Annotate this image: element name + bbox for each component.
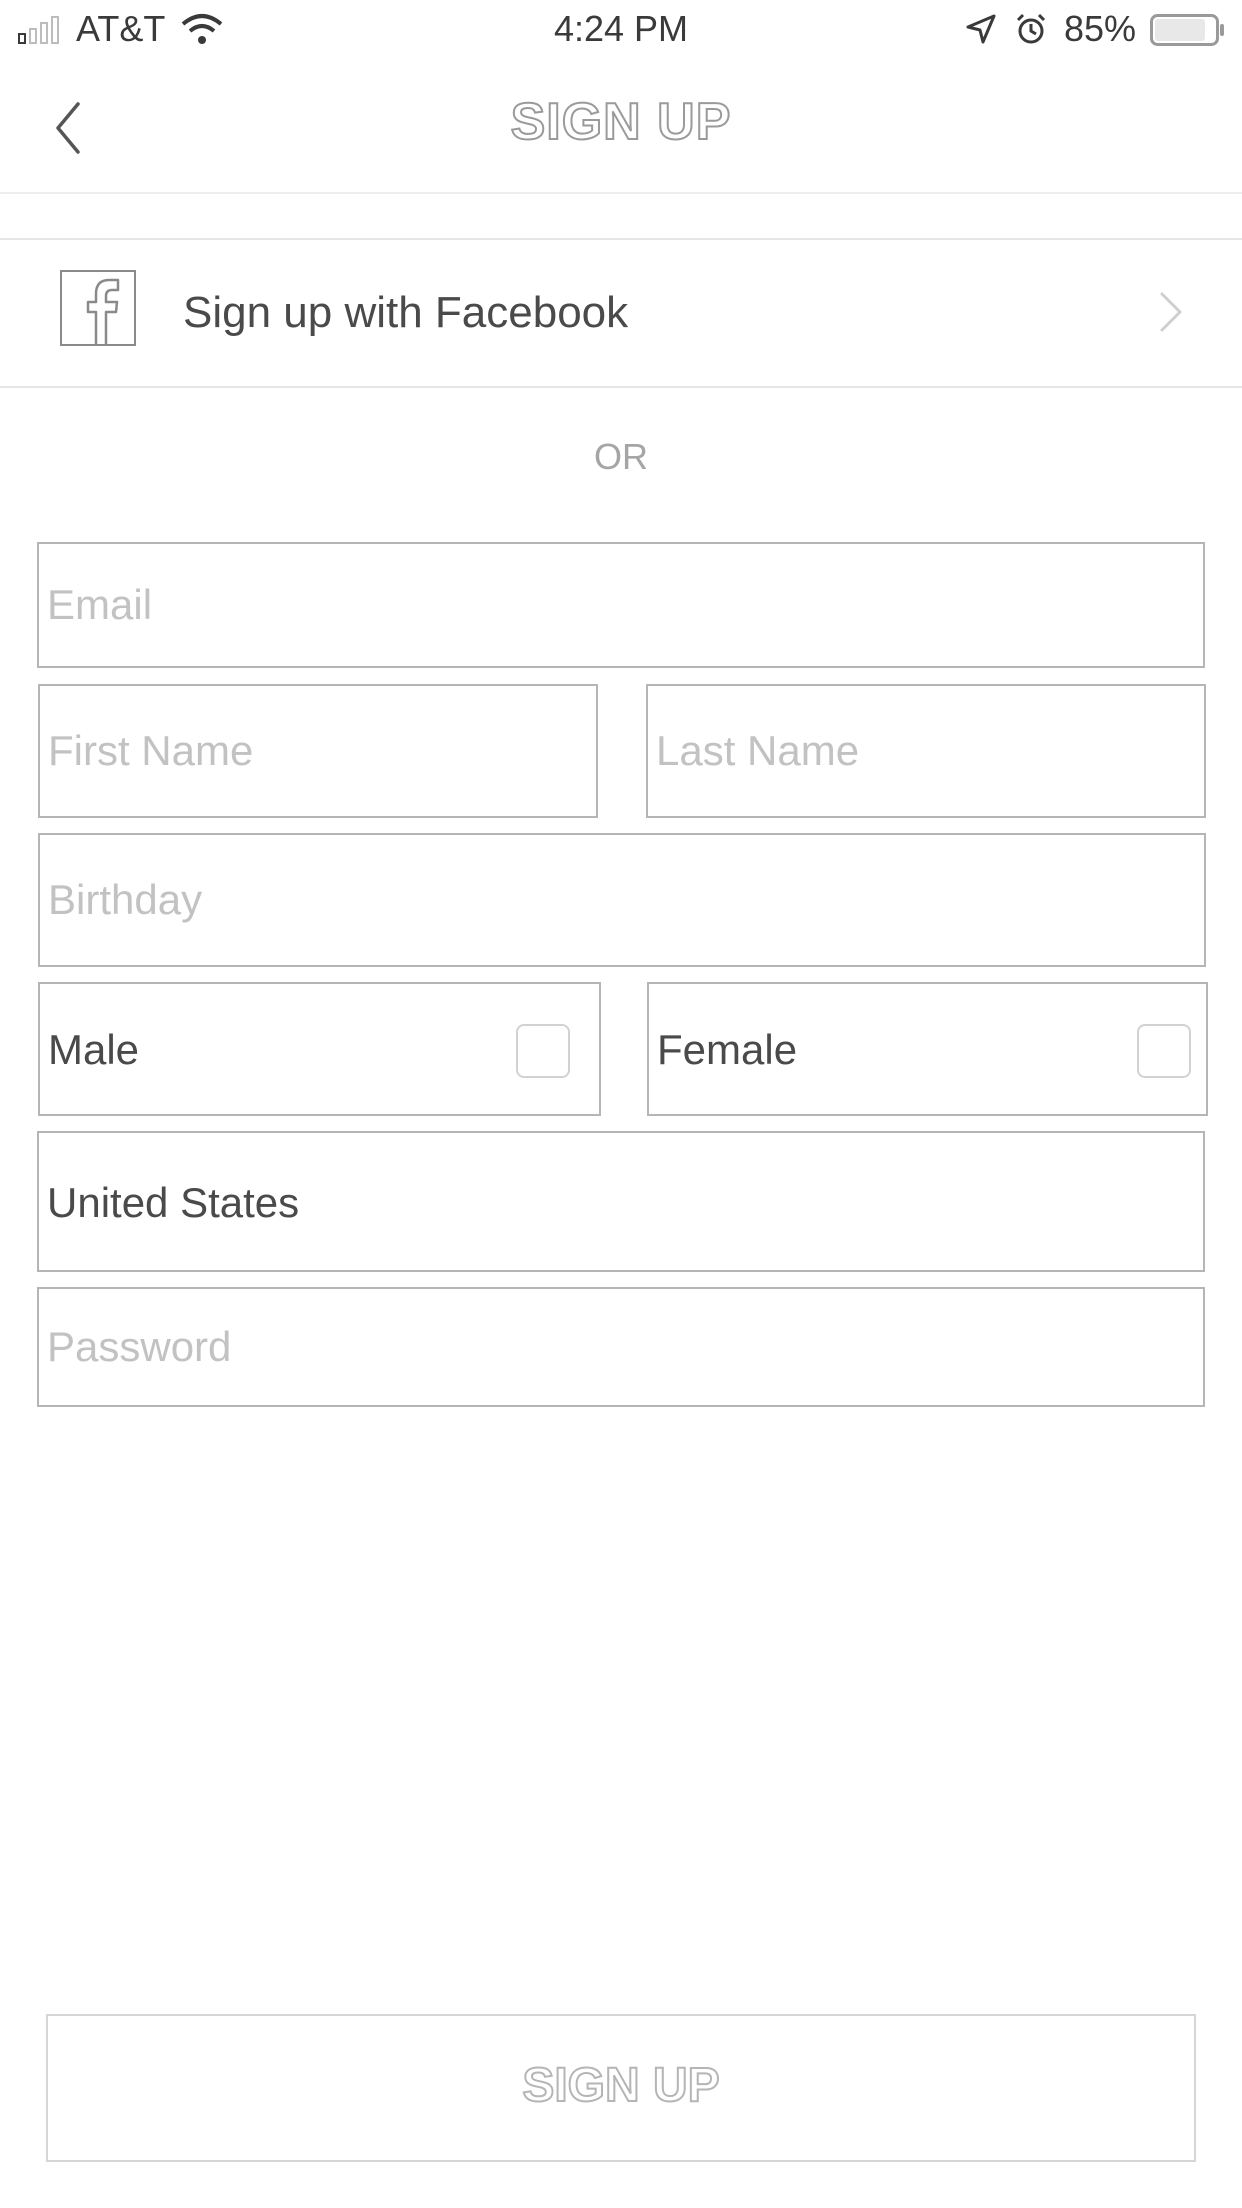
nav-bar: SIGN UP bbox=[0, 62, 1242, 194]
male-checkbox[interactable] bbox=[516, 1024, 570, 1078]
facebook-signup-button[interactable]: Sign up with Facebook bbox=[0, 238, 1242, 388]
facebook-icon bbox=[60, 270, 136, 346]
first-name-field[interactable] bbox=[38, 684, 598, 818]
birthday-field[interactable] bbox=[38, 833, 1206, 967]
clock: 4:24 PM bbox=[553, 8, 689, 49]
battery-percent: 85% bbox=[1064, 8, 1137, 49]
country-value: United States bbox=[47, 1179, 300, 1226]
password-field[interactable] bbox=[37, 1287, 1205, 1407]
male-label: Male bbox=[48, 1026, 140, 1073]
female-label: Female bbox=[657, 1026, 798, 1073]
gender-female-option[interactable]: Female bbox=[647, 982, 1208, 1116]
or-divider: OR bbox=[594, 436, 648, 477]
signup-button-label: SIGN UP bbox=[521, 2058, 720, 2113]
female-checkbox[interactable] bbox=[1137, 1024, 1191, 1078]
facebook-signup-label: Sign up with Facebook bbox=[183, 288, 629, 337]
status-bar: AT&T 4:24 PM 85% bbox=[0, 0, 1242, 62]
gender-male-option[interactable]: Male bbox=[38, 982, 601, 1116]
country-select[interactable]: United States bbox=[37, 1131, 1205, 1272]
signup-button[interactable]: SIGN UP bbox=[46, 2014, 1196, 2162]
last-name-field[interactable] bbox=[646, 684, 1206, 818]
page-title: SIGN UP bbox=[510, 92, 732, 152]
email-field[interactable] bbox=[37, 542, 1205, 668]
chevron-right-icon bbox=[1160, 292, 1182, 332]
location-icon bbox=[966, 14, 996, 44]
battery-icon bbox=[1150, 14, 1224, 46]
alarm-icon bbox=[1016, 13, 1046, 44]
